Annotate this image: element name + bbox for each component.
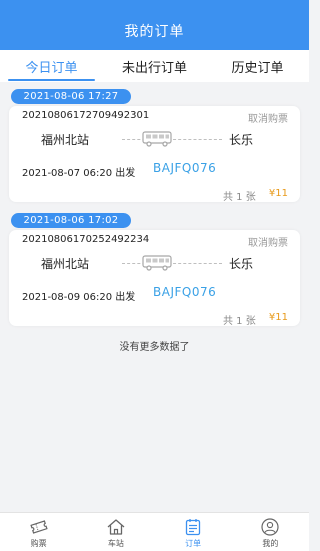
no-more-data-text: 没有更多数据了	[119, 342, 190, 353]
order-tabs: 今日订单 未出行订单 历史订单	[0, 50, 309, 82]
ticket-count: 共 1 张	[223, 316, 256, 327]
tab-history[interactable]: 历史订单	[206, 50, 309, 82]
nav-item-buy-ticket[interactable]: 购票	[0, 513, 77, 551]
departure-time: 2021-08-07 06:20 出发	[22, 168, 136, 179]
tab-today[interactable]: 今日订单	[0, 50, 103, 82]
nav-label: 我的	[262, 539, 279, 548]
order-card[interactable]: 20210806170252492234 取消购票 福州北站 长乐 2021-0…	[9, 230, 300, 327]
trip-code: BAJFQ076	[153, 285, 217, 299]
trip-code: BAJFQ076	[153, 161, 217, 175]
order-list-icon	[183, 518, 203, 536]
bus-icon	[139, 254, 175, 276]
nav-label: 购票	[30, 539, 47, 548]
nav-label: 车站	[107, 539, 124, 548]
ticket-count: 共 1 张	[223, 192, 256, 203]
order-price: ¥11	[268, 188, 288, 199]
nav-item-station[interactable]: 车站	[77, 513, 154, 551]
order-number: 20210806172709492301	[22, 110, 150, 121]
cancel-ticket-button[interactable]: 取消购票	[248, 110, 288, 125]
order-card[interactable]: 20210806172709492301 取消购票 福州北站 长乐 2021-0…	[9, 106, 300, 203]
departure-time: 2021-08-09 06:20 出发	[22, 292, 136, 303]
bus-icon	[139, 130, 175, 152]
nav-item-profile[interactable]: 我的	[232, 513, 309, 551]
order-number: 20210806170252492234	[22, 234, 150, 245]
user-icon	[260, 518, 280, 536]
home-icon	[106, 518, 126, 536]
arrival-station: 长乐	[229, 257, 254, 271]
order-created-badge: 2021-08-06 17:27	[11, 89, 131, 104]
page-title: 我的订单	[124, 24, 185, 40]
departure-station: 福州北站	[41, 257, 90, 271]
order-price: ¥11	[268, 312, 288, 323]
order-created-badge: 2021-08-06 17:02	[11, 213, 131, 228]
ticket-icon	[29, 518, 49, 536]
departure-station: 福州北站	[41, 133, 90, 147]
top-header: 我的订单	[0, 0, 309, 50]
tab-upcoming[interactable]: 未出行订单	[103, 50, 206, 82]
cancel-ticket-button[interactable]: 取消购票	[248, 234, 288, 249]
bottom-nav: 购票 车站 订单 我的	[0, 512, 309, 551]
nav-label: 订单	[185, 539, 202, 548]
nav-item-orders[interactable]: 订单	[155, 513, 232, 551]
arrival-station: 长乐	[229, 133, 254, 147]
